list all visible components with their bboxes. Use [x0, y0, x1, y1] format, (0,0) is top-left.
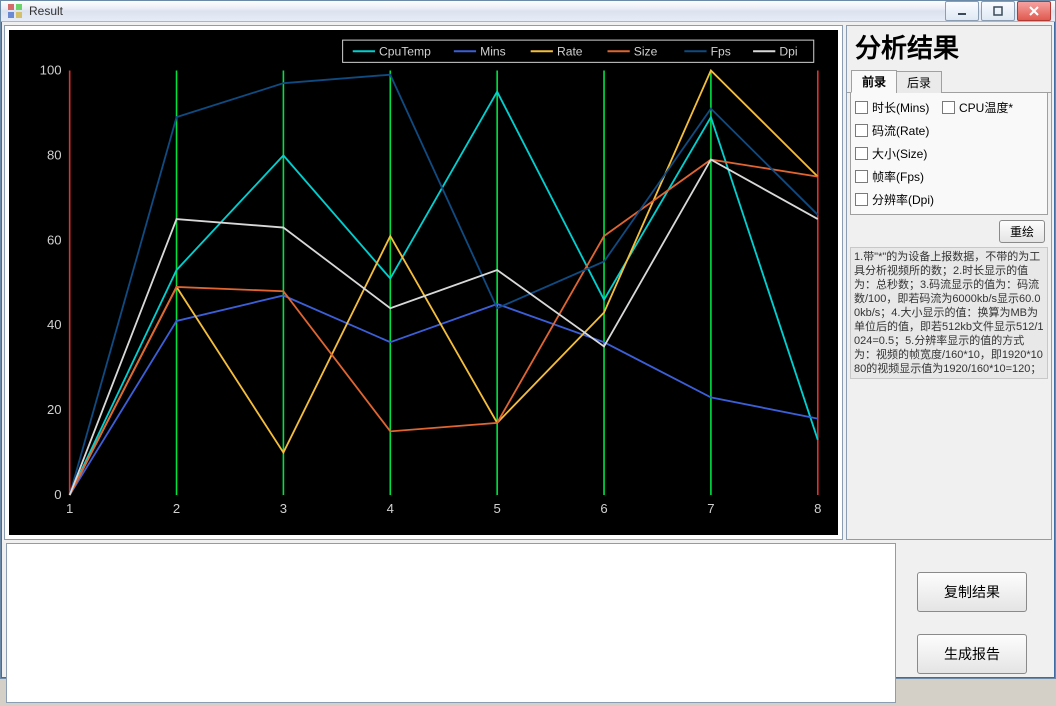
checkbox-label: 码流(Rate): [872, 122, 929, 139]
close-icon: [1029, 6, 1039, 16]
checkbox-row[interactable]: CPU温度*: [942, 99, 1013, 116]
svg-text:3: 3: [280, 501, 287, 516]
checkbox-icon: [855, 124, 868, 137]
svg-text:2: 2: [173, 501, 180, 516]
svg-text:1: 1: [66, 501, 73, 516]
svg-text:0: 0: [54, 487, 61, 502]
lower-row: 复制结果 生成报告: [4, 543, 1052, 703]
svg-text:Mins: Mins: [480, 44, 506, 58]
svg-text:100: 100: [40, 62, 62, 77]
svg-text:Fps: Fps: [711, 44, 731, 58]
side-header: 分析结果: [847, 26, 1051, 71]
checkbox-icon: [855, 101, 868, 114]
minimize-button[interactable]: [945, 1, 979, 21]
checkbox-icon: [855, 170, 868, 183]
window-buttons: [945, 1, 1051, 21]
checkbox-row[interactable]: 分辨率(Dpi): [855, 191, 934, 208]
svg-text:5: 5: [494, 501, 501, 516]
chart-canvas: 0 20 40 60 80 100 1 2 3 4 5 6 7 8 CpuTemp Mins Rate Size F…: [9, 30, 838, 535]
checkbox-label: 时长(Mins): [872, 99, 929, 116]
svg-text:4: 4: [387, 501, 394, 516]
checkbox-label: CPU温度*: [959, 99, 1013, 116]
generate-report-button[interactable]: 生成报告: [917, 634, 1027, 674]
maximize-icon: [993, 6, 1003, 16]
checkbox-label: 帧率(Fps): [872, 168, 924, 185]
svg-text:CpuTemp: CpuTemp: [379, 44, 431, 58]
svg-text:8: 8: [814, 501, 821, 516]
checkbox-row[interactable]: 帧率(Fps): [855, 168, 934, 185]
svg-text:Dpi: Dpi: [779, 44, 797, 58]
tab-front[interactable]: 前录: [851, 70, 897, 93]
maximize-button[interactable]: [981, 1, 1015, 21]
svg-text:7: 7: [707, 501, 714, 516]
app-icon: [7, 3, 23, 19]
tab-back[interactable]: 后录: [896, 71, 942, 93]
content-area: 0 20 40 60 80 100 1 2 3 4 5 6 7 8 CpuTemp Mins Rate Size F…: [1, 22, 1055, 706]
checkbox-row[interactable]: 码流(Rate): [855, 122, 934, 139]
minimize-icon: [957, 6, 967, 16]
checkbox-column-right: CPU温度*: [942, 99, 1013, 208]
tab-body: 时长(Mins)码流(Rate)大小(Size)帧率(Fps)分辨率(Dpi) …: [850, 93, 1048, 215]
redraw-row: 重绘: [847, 218, 1051, 247]
checkbox-label: 大小(Size): [872, 145, 927, 162]
copy-result-button[interactable]: 复制结果: [917, 572, 1027, 612]
side-panel: 分析结果 前录 后录 时长(Mins) 码流(Rate) 大小(Size) 帧率(Fp…: [846, 25, 1052, 540]
tab-strip: 前录 后录: [847, 71, 1051, 93]
svg-text:20: 20: [47, 402, 62, 417]
redraw-button[interactable]: 重绘: [999, 220, 1045, 243]
checkbox-icon: [942, 101, 955, 114]
result-window: Result 0 20 40 60 80 100 1 2 3 4 5 6 7 8 CpuTemp Mins Ra…: [0, 0, 1056, 679]
checkbox-label: 分辨率(Dpi): [872, 191, 934, 208]
svg-text:Size: Size: [634, 44, 658, 58]
close-button[interactable]: [1017, 1, 1051, 21]
upper-row: 0 20 40 60 80 100 1 2 3 4 5 6 7 8 CpuTemp Mins Rate Size F…: [4, 25, 1052, 540]
checkbox-icon: [855, 193, 868, 206]
svg-text:80: 80: [47, 147, 62, 162]
checkbox-row[interactable]: 时长(Mins): [855, 99, 934, 116]
window-title: Result: [29, 4, 945, 18]
svg-text:Rate: Rate: [557, 44, 583, 58]
chart-panel: 0 20 40 60 80 100 1 2 3 4 5 6 7 8 CpuTemp Mins Rate Size F…: [4, 25, 843, 540]
action-column: 复制结果 生成报告: [902, 543, 1052, 703]
svg-text:60: 60: [47, 232, 62, 247]
checkbox-row[interactable]: 大小(Size): [855, 145, 934, 162]
checkbox-column-left: 时长(Mins) 码流(Rate) 大小(Size) 帧率(Fps) 分辨率(Dpi): [855, 99, 934, 208]
result-textbox[interactable]: [6, 543, 896, 703]
svg-text:6: 6: [600, 501, 607, 516]
checkbox-icon: [855, 147, 868, 160]
svg-text:40: 40: [47, 317, 62, 332]
titlebar: Result: [1, 1, 1055, 22]
help-text: 1.带"*"的为设备上报数据，不带的为工具分析视频所的数；2.时长显示的值为：总…: [850, 247, 1048, 379]
